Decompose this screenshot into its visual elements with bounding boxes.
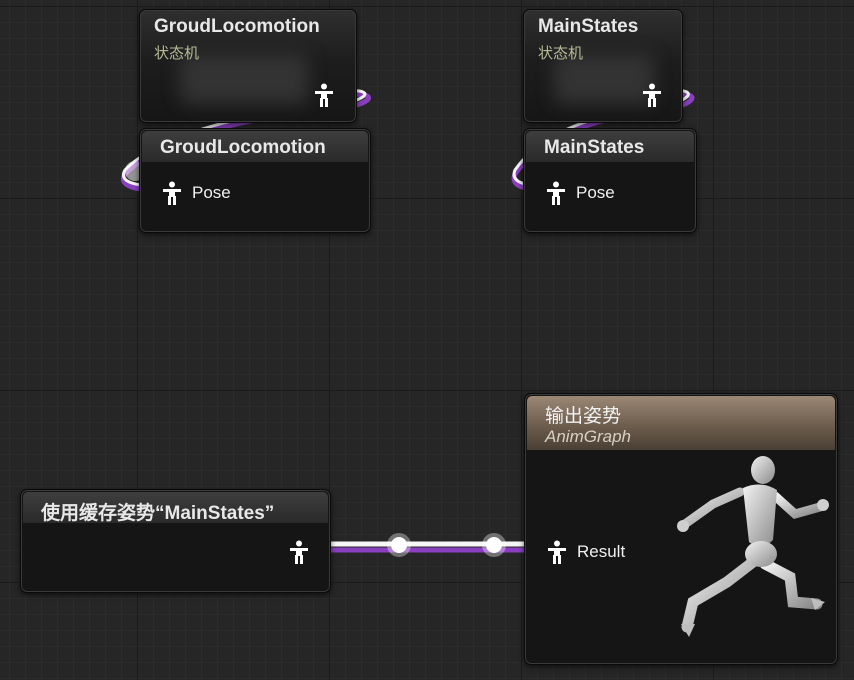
state-machine-node-groud-locomotion[interactable]: GroudLocomotion 状态机 (139, 9, 357, 123)
node-title: 输出姿势 (545, 406, 622, 427)
wire-cache-to-output (314, 533, 540, 557)
person-pose-icon (290, 540, 308, 564)
node-subtitle: AnimGraph (545, 427, 631, 446)
node-title: MainStates (538, 16, 639, 37)
state-machine-node-main-states[interactable]: MainStates 状态机 (523, 9, 683, 123)
node-header: MainStates (526, 131, 694, 162)
preview-blur (180, 54, 308, 104)
person-pose-icon (643, 83, 661, 107)
pose-output-pin[interactable] (314, 83, 334, 107)
running-mannequin-icon (665, 452, 835, 642)
person-pose-icon (315, 83, 333, 107)
pose-output-pin[interactable] (642, 83, 662, 107)
state-node-main-states[interactable]: MainStates Pose (523, 128, 697, 233)
pose-input-pin[interactable] (162, 181, 182, 205)
pose-output-pin[interactable] (289, 540, 309, 564)
node-title: GroudLocomotion (154, 16, 320, 37)
pose-input-pin[interactable] (546, 181, 566, 205)
result-input-pin[interactable] (547, 540, 567, 564)
node-header: 使用缓存姿势“MainStates” (23, 492, 328, 524)
person-pose-icon (163, 181, 181, 205)
pin-label: Pose (576, 183, 615, 202)
node-title: MainStates (544, 137, 645, 158)
node-title: 使用缓存姿势“MainStates” (41, 503, 275, 524)
node-subtitle: 状态机 (538, 45, 584, 62)
node-header: GroudLocomotion (142, 131, 368, 162)
pin-label: Result (577, 542, 626, 561)
person-pose-icon (548, 540, 566, 564)
node-header: 输出姿势 AnimGraph (527, 396, 835, 450)
node-title: GroudLocomotion (160, 137, 326, 158)
use-cached-pose-node[interactable]: 使用缓存姿势“MainStates” (20, 489, 331, 593)
state-node-groud-locomotion[interactable]: GroudLocomotion Pose (139, 128, 371, 233)
node-subtitle: 状态机 (154, 45, 200, 62)
output-pose-node[interactable]: 输出姿势 AnimGraph Result (524, 393, 838, 665)
pin-label: Pose (192, 183, 231, 202)
person-pose-icon (547, 181, 565, 205)
